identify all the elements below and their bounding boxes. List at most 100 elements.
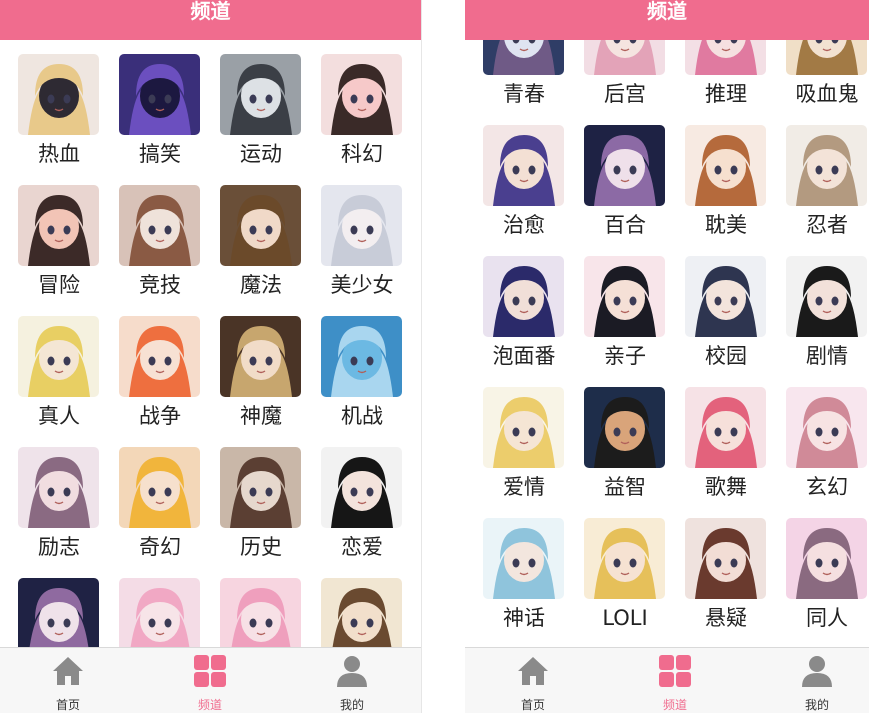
channel-tile[interactable]: 美少女	[321, 185, 403, 300]
channel-tile[interactable]: 治愈	[483, 125, 565, 240]
channel-tile[interactable]	[18, 578, 100, 647]
channel-tile[interactable]: 励志	[18, 447, 100, 562]
channel-thumbnail[interactable]	[18, 316, 99, 397]
channel-thumbnail[interactable]	[321, 54, 402, 135]
channel-tile[interactable]: 校园	[685, 256, 767, 371]
channel-tile[interactable]: 爱情	[483, 387, 565, 502]
channel-tile[interactable]: 青春	[483, 40, 565, 109]
channel-thumbnail-art	[119, 447, 200, 528]
channel-thumbnail[interactable]	[18, 185, 99, 266]
screenshot-stage: 频道 热血 搞笑 运动 科幻 冒险 竞技 魔法 美少女 真人 战争 神魔 机战 励志 奇幻 历史 恋爱 首页频…	[0, 0, 869, 713]
channel-tile[interactable]: 运动	[220, 54, 302, 169]
channel-thumbnail[interactable]	[786, 40, 867, 75]
channel-tile[interactable]: 忍者	[786, 125, 868, 240]
channel-thumbnail[interactable]	[584, 125, 665, 206]
channel-thumbnail[interactable]	[119, 447, 200, 528]
channel-thumbnail[interactable]	[18, 54, 99, 135]
channel-thumbnail[interactable]	[119, 578, 200, 647]
channel-thumbnail[interactable]	[321, 578, 402, 647]
channel-label: 百合	[604, 213, 646, 237]
channel-thumbnail[interactable]	[220, 54, 301, 135]
channel-grid: 青春 后宫 推理 吸血鬼治愈 百合 耽美 忍者泡面番 亲子 校园 剧情爱情 益智 歌舞 玄幻神话 LOLI…	[465, 40, 869, 647]
channel-thumbnail[interactable]	[483, 518, 564, 599]
channel-thumbnail[interactable]	[685, 387, 766, 468]
channel-thumbnail[interactable]	[483, 40, 564, 75]
channel-tile[interactable]: 魔法	[220, 185, 302, 300]
channel-thumbnail-art	[786, 387, 867, 468]
channel-thumbnail[interactable]	[786, 256, 867, 337]
channel-tile[interactable]: 恋爱	[321, 447, 403, 562]
home-icon	[53, 657, 83, 685]
tab-channels[interactable]: 频道	[165, 654, 255, 713]
channel-tile[interactable]: 冒险	[18, 185, 100, 300]
channel-thumbnail[interactable]	[685, 518, 766, 599]
channel-thumbnail[interactable]	[786, 125, 867, 206]
channel-tile[interactable]: 搞笑	[119, 54, 201, 169]
channel-label: 冒险	[38, 273, 80, 297]
channel-thumbnail-art	[321, 54, 402, 135]
channel-tile[interactable]: 历史	[220, 447, 302, 562]
channel-tile[interactable]: 神魔	[220, 316, 302, 431]
channel-thumbnail[interactable]	[321, 316, 402, 397]
channel-thumbnail[interactable]	[483, 387, 564, 468]
channel-thumbnail[interactable]	[483, 125, 564, 206]
channel-tile[interactable]: 百合	[584, 125, 666, 240]
tab-channels[interactable]: 频道	[630, 654, 720, 713]
channel-tile[interactable]: 耽美	[685, 125, 767, 240]
channel-tile[interactable]: 悬疑	[685, 518, 767, 633]
channel-tile[interactable]: 同人	[786, 518, 868, 633]
channel-thumbnail-art	[685, 256, 766, 337]
channel-tile[interactable]: 益智	[584, 387, 666, 502]
channel-tile[interactable]	[321, 578, 403, 647]
phone-screen-right: 频道 青春 后宫 推理 吸血鬼治愈 百合 耽美 忍者泡面番 亲子 校园 剧情爱情 益智 歌舞 玄幻神话 L…	[465, 0, 869, 713]
tab-home[interactable]: 首页	[23, 654, 113, 713]
channel-tile[interactable]: 吸血鬼	[786, 40, 868, 109]
channel-thumbnail-art	[119, 185, 200, 266]
channel-thumbnail[interactable]	[119, 54, 200, 135]
channel-thumbnail[interactable]	[220, 185, 301, 266]
channel-tile[interactable]: LOLI	[584, 518, 666, 633]
channel-thumbnail[interactable]	[119, 185, 200, 266]
channel-tile[interactable]: 剧情	[786, 256, 868, 371]
channel-thumbnail[interactable]	[220, 316, 301, 397]
channel-thumbnail[interactable]	[483, 256, 564, 337]
channel-thumbnail[interactable]	[584, 256, 665, 337]
channel-label: 同人	[806, 606, 848, 630]
channel-tile[interactable]: 奇幻	[119, 447, 201, 562]
channel-thumbnail-art	[321, 316, 402, 397]
channel-tile[interactable]: 推理	[685, 40, 767, 109]
channel-thumbnail[interactable]	[584, 518, 665, 599]
channel-tile[interactable]: 科幻	[321, 54, 403, 169]
tab-profile[interactable]: 我的	[307, 654, 397, 713]
channel-tile[interactable]: 真人	[18, 316, 100, 431]
channel-thumbnail[interactable]	[321, 185, 402, 266]
channel-thumbnail[interactable]	[685, 256, 766, 337]
channel-thumbnail-art	[220, 185, 301, 266]
channel-thumbnail[interactable]	[786, 518, 867, 599]
channel-tile[interactable]: 战争	[119, 316, 201, 431]
channel-tile[interactable]: 神话	[483, 518, 565, 633]
channel-thumbnail[interactable]	[584, 387, 665, 468]
channel-thumbnail[interactable]	[786, 387, 867, 468]
channel-thumbnail[interactable]	[321, 447, 402, 528]
channel-tile[interactable]: 歌舞	[685, 387, 767, 502]
channel-thumbnail[interactable]	[220, 447, 301, 528]
channel-tile[interactable]	[119, 578, 201, 647]
channel-tile[interactable]: 机战	[321, 316, 403, 431]
channel-thumbnail[interactable]	[685, 125, 766, 206]
tab-home[interactable]: 首页	[488, 654, 578, 713]
channel-thumbnail[interactable]	[584, 40, 665, 75]
channel-thumbnail[interactable]	[220, 578, 301, 647]
channel-tile[interactable]: 泡面番	[483, 256, 565, 371]
channel-tile[interactable]: 亲子	[584, 256, 666, 371]
channel-thumbnail[interactable]	[119, 316, 200, 397]
tab-profile[interactable]: 我的	[772, 654, 862, 713]
channel-tile[interactable]: 后宫	[584, 40, 666, 109]
channel-tile[interactable]: 玄幻	[786, 387, 868, 502]
channel-thumbnail[interactable]	[18, 447, 99, 528]
channel-thumbnail[interactable]	[685, 40, 766, 75]
channel-tile[interactable]: 热血	[18, 54, 100, 169]
channel-tile[interactable]: 竞技	[119, 185, 201, 300]
channel-thumbnail[interactable]	[18, 578, 99, 647]
channel-tile[interactable]	[220, 578, 302, 647]
